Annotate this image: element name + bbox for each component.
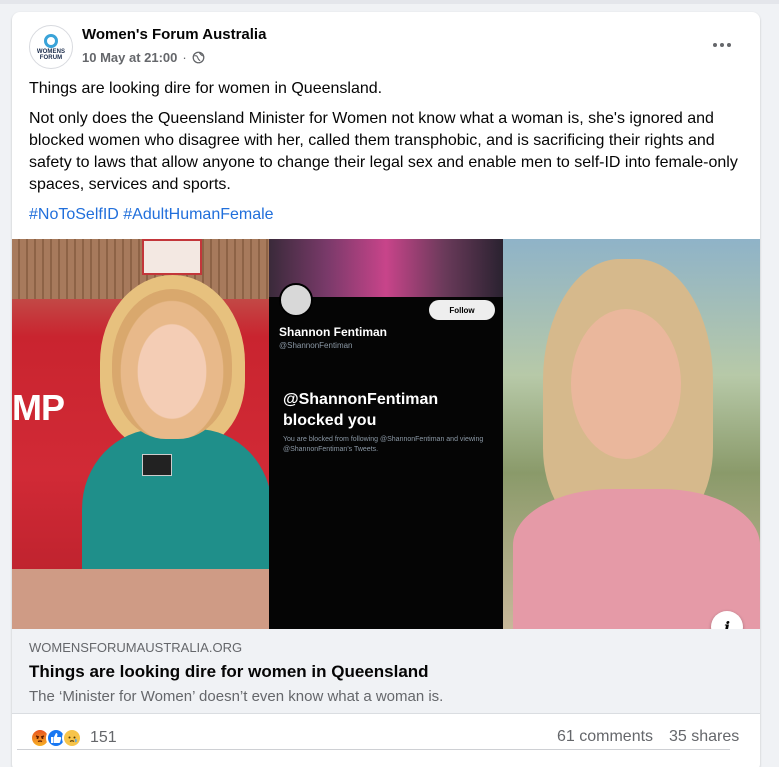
sad-reaction-icon [62, 728, 82, 748]
image-panel-twitter: Follow Shannon Fentiman @ShannonFentiman… [269, 239, 503, 629]
post-stats: 151 61 comments 35 shares [12, 714, 760, 760]
blocked-subtext: You are blocked from following @ShannonF… [283, 436, 484, 453]
name-badge [142, 454, 172, 476]
avatar-logo-text: WOMENS FORUM [36, 48, 66, 61]
twitter-handle: @ShannonFentiman [279, 341, 353, 350]
more-horizontal-icon [713, 43, 717, 47]
twitter-display-name: Shannon Fentiman [279, 325, 387, 339]
hashtag-adult-human-female[interactable]: #AdultHumanFemale [123, 206, 273, 223]
post-card: WOMENS FORUM Women's Forum Australia 10 … [12, 12, 760, 767]
link-preview[interactable]: WOMENSFORUMAUSTRALIA.ORG Things are look… [12, 629, 760, 714]
link-title: Things are looking dire for women in Que… [29, 662, 429, 681]
page-avatar[interactable]: WOMENS FORUM [29, 25, 73, 69]
thumbs-up-icon [51, 733, 62, 743]
banner-mp-text: MP [12, 387, 65, 428]
sad-face-icon [68, 736, 77, 743]
logo-ring-icon [44, 33, 58, 48]
post-text: Things are looking dire for women in Que… [29, 78, 745, 204]
action-bar-divider [17, 749, 730, 750]
post-date-link[interactable]: 10 May at 21:00 [82, 50, 177, 65]
reaction-count[interactable]: 151 [90, 729, 117, 747]
comments-count-link[interactable]: 61 comments [557, 728, 653, 746]
post-paragraph-1: Things are looking dire for women in Que… [29, 80, 383, 97]
blocked-title: @ShannonFentiman blocked you [283, 391, 439, 429]
image-panel-right [503, 239, 760, 629]
portrait-face-right [571, 309, 681, 459]
image-panel-left: MP [12, 239, 272, 629]
top-edge [0, 0, 779, 4]
meta-separator: · [182, 50, 187, 65]
more-options-button[interactable] [706, 29, 738, 61]
portrait-blazer [513, 489, 760, 629]
angry-face-icon [35, 735, 45, 743]
post-header: WOMENS FORUM Women's Forum Australia 10 … [12, 12, 760, 82]
link-preview-image[interactable]: MP Follow Shannon Fentiman @ShannonFenti… [12, 239, 760, 629]
twitter-avatar [279, 283, 313, 317]
portrait-face [112, 289, 232, 439]
hashtag-no-to-self-id[interactable]: #NoToSelfID [29, 206, 119, 223]
sign-decoration [142, 239, 202, 275]
globe-icon [192, 51, 205, 64]
shares-count-link[interactable]: 35 shares [669, 728, 739, 746]
hashtag-row: #NoToSelfID #AdultHumanFemale [29, 204, 274, 226]
link-domain: WOMENSFORUMAUSTRALIA.ORG [29, 640, 243, 655]
twitter-follow-button: Follow [429, 300, 495, 320]
more-dot [720, 43, 724, 47]
post-paragraph-2: Not only does the Queensland Minister fo… [29, 110, 738, 193]
reactions-summary[interactable]: 151 [30, 728, 117, 748]
page-name-link[interactable]: Women's Forum Australia [82, 26, 266, 43]
more-dot [727, 43, 731, 47]
link-description: The ‘Minister for Women’ doesn’t even kn… [29, 688, 444, 705]
table-decoration [12, 569, 269, 629]
post-meta: 10 May at 21:00 · [82, 50, 205, 65]
